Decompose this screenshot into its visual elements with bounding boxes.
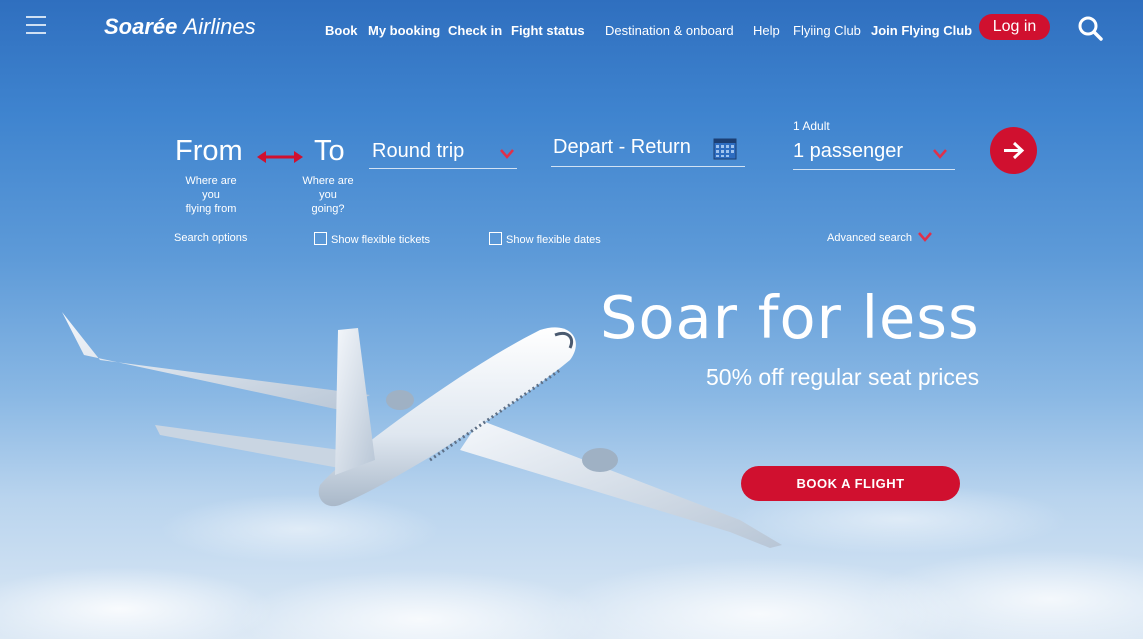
- passenger-count-label: 1 Adult: [793, 119, 830, 133]
- dates-field[interactable]: Depart - Return: [551, 134, 745, 167]
- checkbox-icon[interactable]: [314, 232, 327, 245]
- from-hint-line-2: flying from: [185, 203, 237, 215]
- search-submit-button[interactable]: [990, 127, 1037, 174]
- trip-type-select[interactable]: Round trip: [369, 138, 517, 169]
- brand-name-bold: Soarée: [104, 14, 178, 39]
- from-hint: Where are you flying from: [176, 174, 246, 216]
- passenger-value: 1 passenger: [793, 140, 904, 162]
- chevron-down-icon: [918, 232, 933, 242]
- swap-arrows-icon[interactable]: [257, 150, 303, 164]
- to-hint: Where are you going?: [292, 174, 364, 216]
- to-hint-line-2: going?: [311, 203, 345, 215]
- hero-headline: Soar for less: [600, 283, 980, 352]
- nav-my-booking[interactable]: My booking: [368, 23, 440, 38]
- nav-flying-club[interactable]: Flyiing Club: [793, 23, 861, 38]
- nav-check-in[interactable]: Check in: [448, 23, 502, 38]
- flexible-dates-label: Show flexible dates: [506, 234, 601, 246]
- dates-value: Depart - Return: [553, 136, 691, 158]
- arrow-right-icon: [1004, 141, 1025, 160]
- nav-flight-status[interactable]: Fight status: [511, 23, 585, 38]
- flexible-tickets-label: Show flexible tickets: [331, 234, 431, 246]
- search-icon[interactable]: [1076, 14, 1104, 42]
- advanced-search-toggle[interactable]: Advanced search: [827, 232, 933, 244]
- flexible-dates-option[interactable]: Show flexible dates: [489, 232, 601, 246]
- checkbox-icon[interactable]: [489, 232, 502, 245]
- brand-logo[interactable]: Soarée Airlines: [104, 14, 256, 40]
- nav-book[interactable]: Book: [325, 23, 358, 38]
- from-field[interactable]: From: [175, 135, 243, 168]
- nav-destination[interactable]: Destination & onboard: [605, 23, 734, 38]
- book-flight-button[interactable]: BOOK A FLIGHT: [741, 466, 960, 501]
- chevron-down-icon: [933, 149, 947, 159]
- advanced-search-label: Advanced search: [827, 232, 912, 244]
- nav-help[interactable]: Help: [753, 23, 780, 38]
- menu-icon[interactable]: [26, 16, 46, 36]
- from-hint-line-1: Where are you: [185, 175, 237, 201]
- search-options-label: Search options: [174, 232, 248, 244]
- brand-name-rest: Airlines: [183, 14, 256, 39]
- calendar-icon[interactable]: [713, 136, 737, 160]
- hero-subheadline: 50% off regular seat prices: [706, 364, 980, 390]
- flexible-tickets-option[interactable]: Show flexible tickets: [314, 232, 430, 246]
- to-field[interactable]: To: [314, 135, 345, 168]
- nav-join-club[interactable]: Join Flying Club: [871, 23, 972, 38]
- passenger-select[interactable]: 1 passenger: [793, 138, 955, 170]
- trip-type-value: Round trip: [372, 140, 465, 162]
- login-button[interactable]: Log in: [979, 14, 1050, 40]
- chevron-down-icon: [500, 149, 514, 159]
- to-hint-line-1: Where are you: [302, 175, 354, 201]
